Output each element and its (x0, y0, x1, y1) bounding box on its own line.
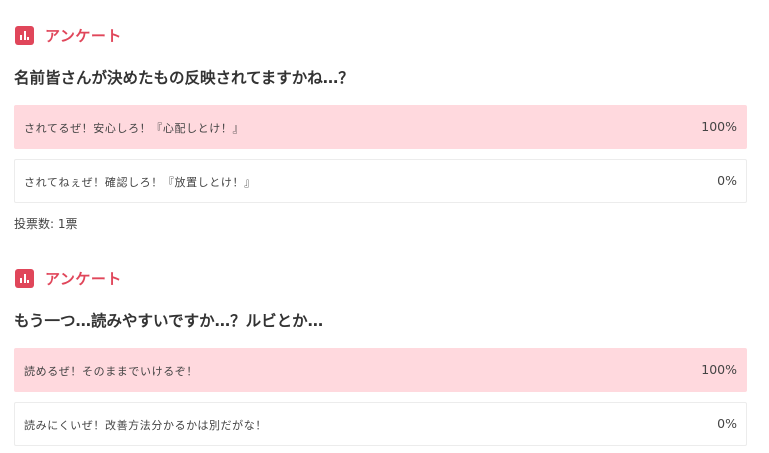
poll-option-text: 読みにくいぜ！改善方法分かるかは別だがな！ (24, 419, 267, 432)
poll-option-text: されてるぜ！安心しろ！『心配しとけ！』 (24, 122, 245, 135)
poll-header: アンケート (14, 267, 749, 289)
poll-option[interactable]: されてるぜ！安心しろ！『心配しとけ！』 100% (14, 105, 747, 149)
bar-chart-icon (15, 25, 34, 45)
poll-option-percent: 0% (717, 173, 737, 188)
vote-count: 投票数: 1票 (14, 217, 78, 231)
poll-question: もう一つ…読みやすいですか…？ルビとか… (14, 312, 324, 330)
poll-label: アンケート (45, 26, 122, 45)
poll-2: アンケート (14, 267, 749, 289)
poll-option-percent: 0% (717, 416, 737, 431)
poll-option-text: 読めるぜ！そのままでいけるぞ！ (24, 365, 198, 378)
poll-header: アンケート (14, 24, 749, 46)
poll-option[interactable]: されてねぇぜ！確認しろ！『放置しとけ！』 0% (14, 159, 747, 203)
bar-chart-icon (15, 268, 34, 288)
poll-option[interactable]: 読みにくいぜ！改善方法分かるかは別だがな！ 0% (14, 402, 747, 446)
poll-question: 名前皆さんが決めたもの反映されてますかね…？ (14, 69, 354, 87)
poll-label: アンケート (45, 269, 122, 288)
poll-option[interactable]: 読めるぜ！そのままでいけるぞ！ 100% (14, 348, 747, 392)
poll-1: アンケート (14, 24, 749, 46)
poll-option-text: されてねぇぜ！確認しろ！『放置しとけ！』 (24, 176, 256, 189)
poll-option-percent: 100% (701, 119, 737, 134)
poll-option-percent: 100% (701, 362, 737, 377)
